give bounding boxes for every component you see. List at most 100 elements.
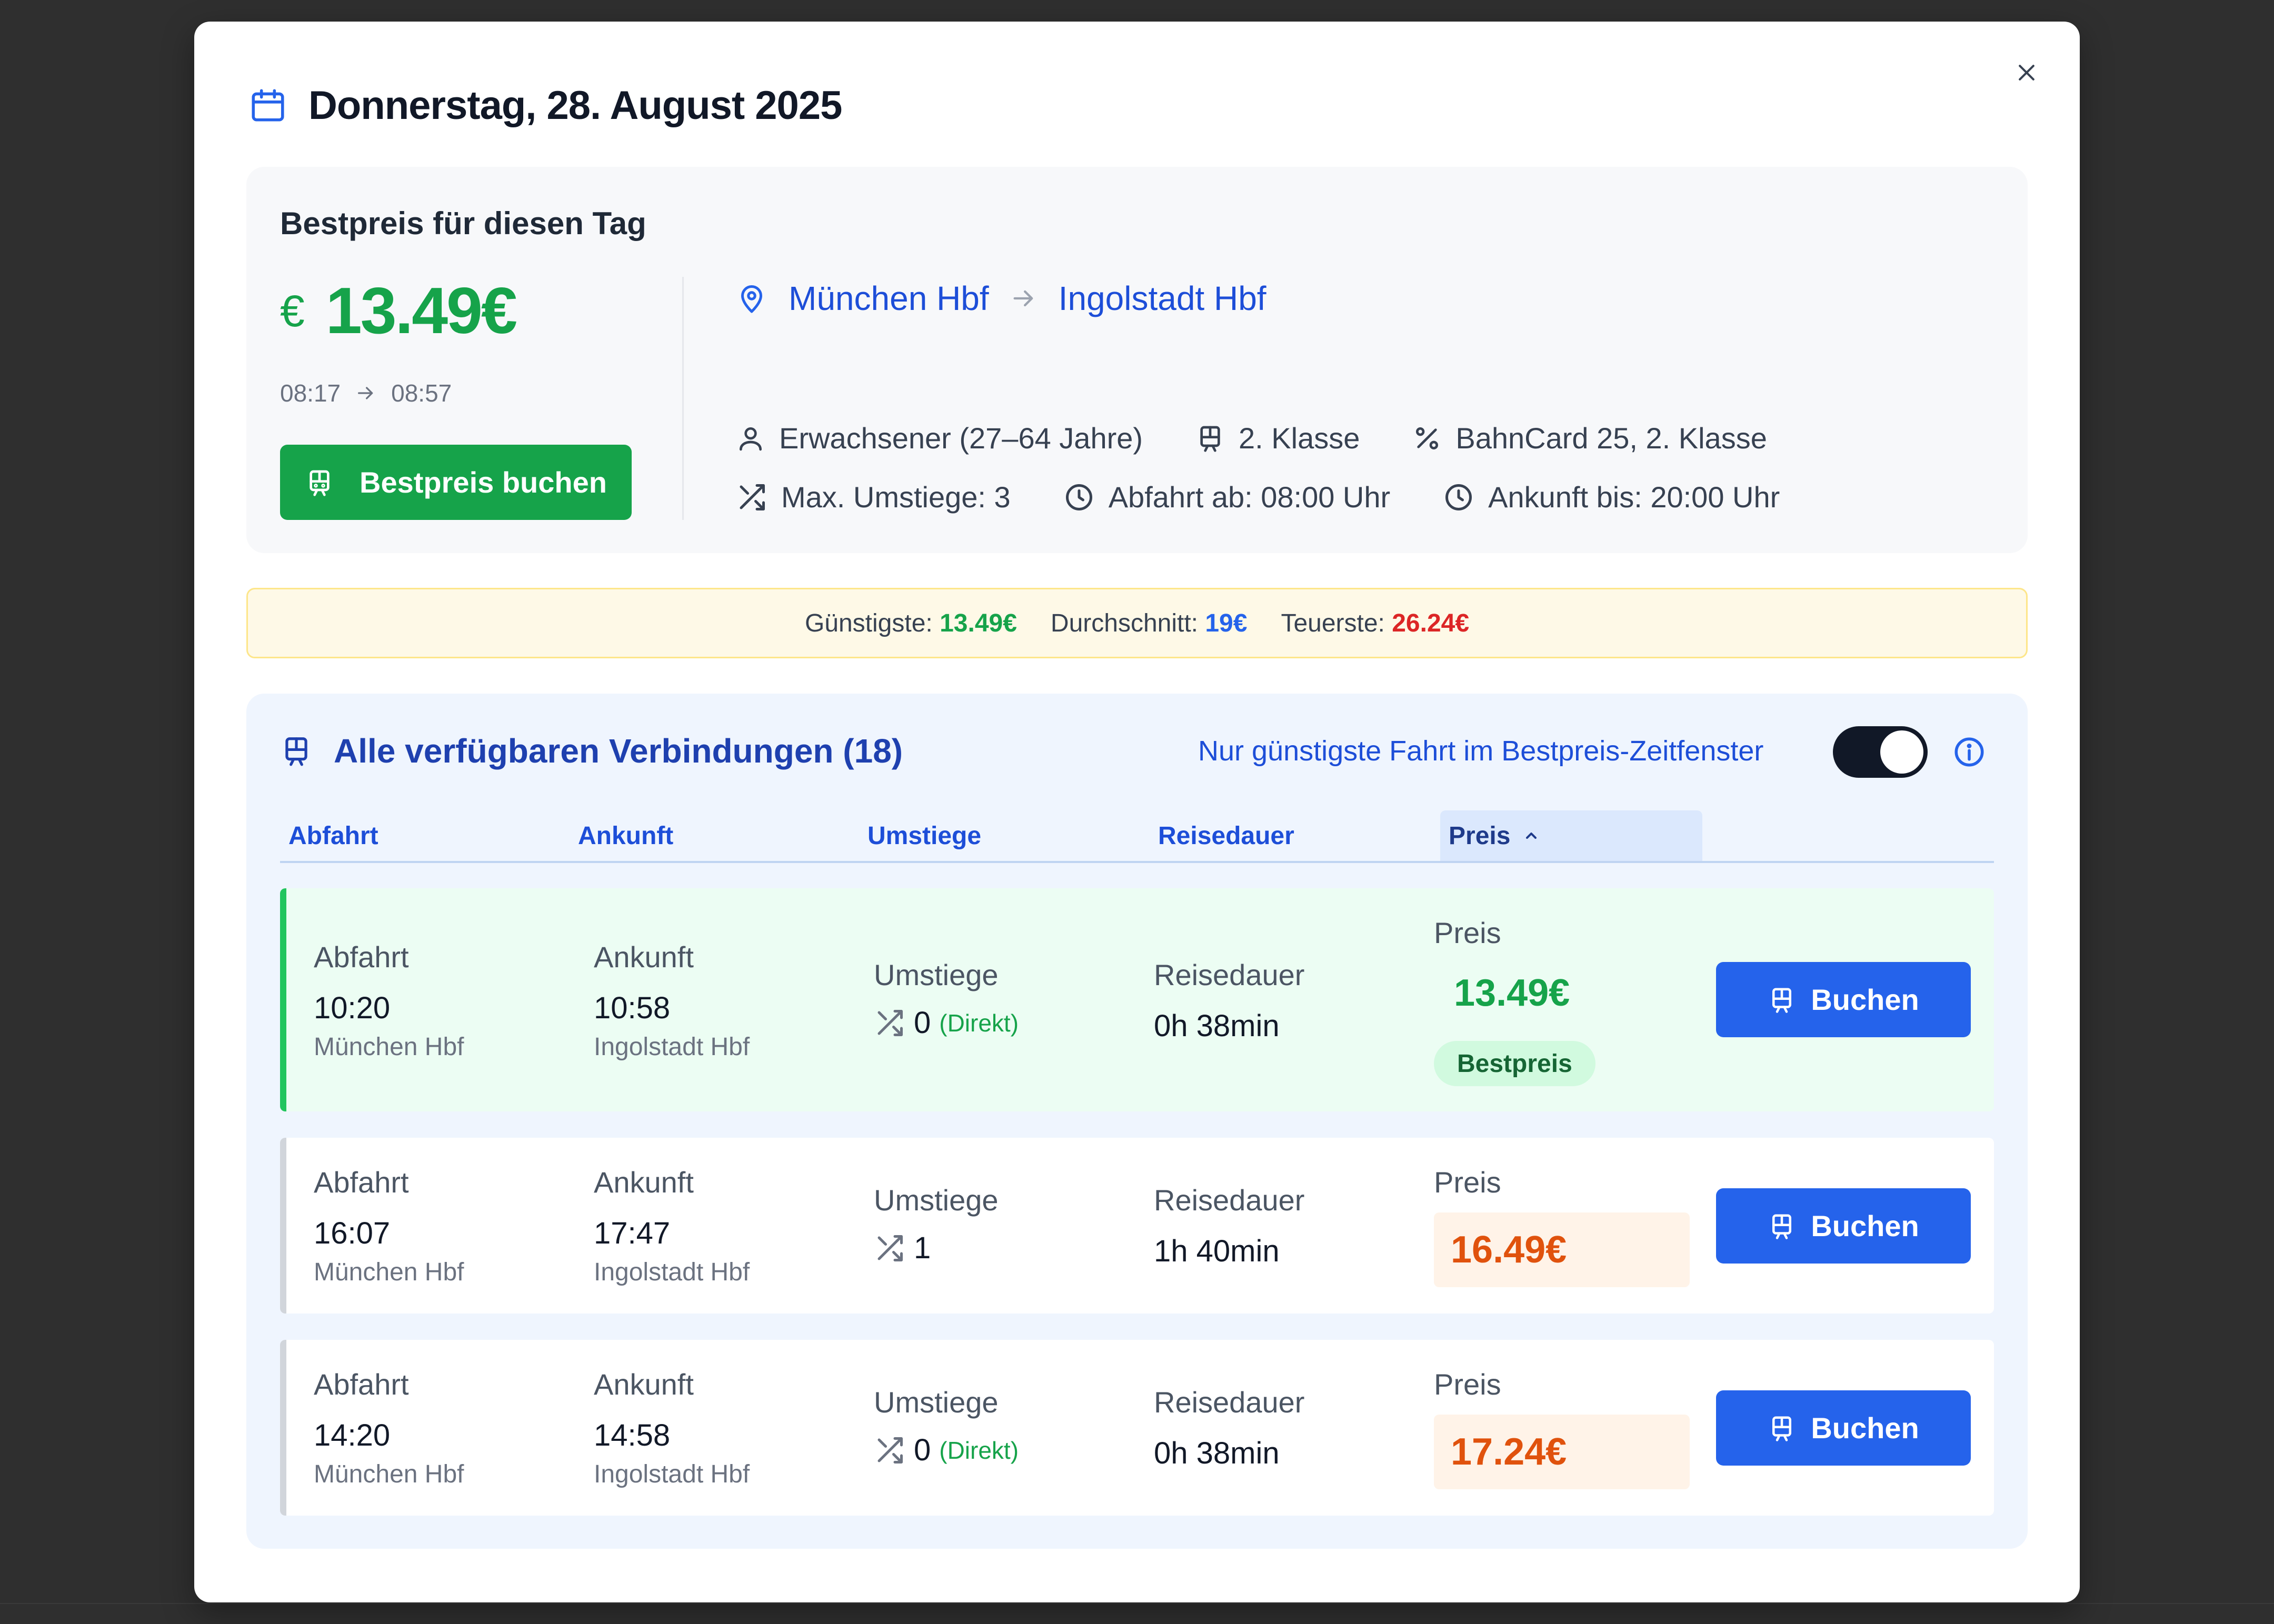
connections-title: Alle verfügbaren Verbindungen (18) [334,732,903,770]
arrival-station: Ingolstadt Hbf [594,1258,750,1286]
close-button[interactable] [2011,57,2042,88]
info-button[interactable] [1952,735,1987,772]
book-best-price-label: Bestpreis buchen [360,466,607,499]
stat-highest-label: Teuerste: [1281,609,1385,637]
toggle-knob [1880,730,1923,774]
train-icon [1772,1214,1792,1239]
book-label: Buchen [1811,1209,1919,1242]
best-price-value: 13.49€ [325,275,517,347]
shuffle-icon [740,484,765,510]
divider [682,277,684,520]
stat-average-value: 19€ [1205,609,1248,637]
price-label: Preis [1434,1368,1501,1401]
transfers-value: 0 (Direkt) [874,1432,1019,1468]
transfers-value: 0 (Direkt) [874,1005,1019,1040]
route: München Hbf Ingolstadt Hbf [736,279,1266,318]
connection-row: Abfahrt 16:07 München Hbf Ankunft 17:47 … [280,1138,1994,1314]
departure-station: München Hbf [314,1258,464,1286]
departure-from-info: Abfahrt ab: 08:00 Uhr [1063,480,1390,514]
sort-by-price[interactable]: Preis [1440,810,1702,861]
sort-by-arrival[interactable]: Ankunft [578,810,673,861]
duration-value: 1h 40min [1154,1234,1280,1268]
class-info: 2. Klasse [1195,421,1360,455]
arrival-station: Ingolstadt Hbf [594,1460,750,1488]
direct-note: (Direkt) [939,1436,1019,1464]
book-label: Buchen [1811,983,1919,1016]
arrival-time: 10:58 [594,991,671,1025]
stat-lowest-value: 13.49€ [940,609,1017,637]
route-origin: München Hbf [789,279,989,317]
book-label: Buchen [1811,1411,1919,1445]
book-button[interactable]: Buchen [1716,1390,1971,1466]
stat-lowest: Günstigste: 13.49€ [805,609,1017,638]
best-price-times: 08:17 08:57 [280,379,452,407]
price-value: 17.24€ [1434,1415,1690,1489]
connection-row: Abfahrt 14:20 München Hbf Ankunft 14:58 … [280,1340,1994,1516]
user-icon [740,427,762,450]
arrival-label: Ankunft [594,940,694,974]
arrival-station: Ingolstadt Hbf [594,1033,750,1061]
duration-value: 0h 38min [1154,1009,1280,1043]
sort-by-duration[interactable]: Reisedauer [1158,810,1294,861]
info-icon [1954,737,1984,767]
arrival-label: Ankunft [594,1368,694,1401]
transfers-label: Umstiege [874,1184,999,1217]
stat-lowest-label: Günstigste: [804,609,933,637]
search-meta-row-1: Erwachsener (27–64 Jahre) 2. Klasse Bahn… [736,421,1820,455]
best-departure-time: 08:17 [280,379,341,407]
shuffle-icon [877,1235,903,1261]
stat-highest: Teuerste: 26.24€ [1281,609,1469,638]
stat-highest-value: 26.24€ [1392,609,1470,637]
search-meta-row-2: Max. Umstiege: 3 Abfahrt ab: 08:00 Uhr A… [736,480,1832,514]
close-icon [2019,65,2034,81]
departure-time: 10:20 [314,991,391,1025]
departure-time: 16:07 [314,1216,391,1250]
max-transfers-info: Max. Umstiege: 3 [736,480,1011,514]
discount-text: BahnCard 25, 2. Klasse [1455,422,1767,455]
modal-header: Donnerstag, 28. August 2025 [248,79,842,132]
best-price-heading: Bestpreis für diesen Tag [280,206,646,241]
departure-label: Abfahrt [314,1166,409,1199]
departure-label: Abfahrt [314,940,409,974]
cheapest-only-toggle[interactable] [1833,726,1928,778]
discount-info: BahnCard 25, 2. Klasse [1412,421,1767,455]
price-value: 13.49€ [1454,972,1570,1014]
calendar-icon [252,89,284,122]
class-text: 2. Klasse [1239,422,1360,455]
page-title: Donnerstag, 28. August 2025 [308,83,842,128]
transfers-count: 1 [914,1231,931,1265]
arrival-until-text: Ankunft bis: 20:00 Uhr [1488,480,1780,514]
duration-value: 0h 38min [1154,1436,1280,1470]
best-price-display: € 13.49€ [280,274,517,348]
euro-icon: € [280,286,305,336]
transfers-count: 0 [914,1433,931,1467]
book-button[interactable]: Buchen [1716,962,1971,1037]
sort-by-transfers[interactable]: Umstiege [867,810,981,861]
train-icon [1772,988,1792,1013]
cheapest-only-label: Nur günstigste Fahrt im Bestpreis-Zeitfe… [1198,735,1764,767]
transfers-label: Umstiege [874,958,999,991]
book-button[interactable]: Buchen [1716,1188,1971,1264]
train-icon [1200,426,1220,452]
arrival-label: Ankunft [594,1166,694,1199]
route-destination: Ingolstadt Hbf [1058,279,1266,317]
price-value: 16.49€ [1434,1212,1690,1287]
departure-station: München Hbf [314,1460,464,1488]
passenger-info: Erwachsener (27–64 Jahre) [736,421,1143,455]
direct-note: (Direkt) [939,1009,1019,1037]
passenger-text: Erwachsener (27–64 Jahre) [779,422,1143,455]
sort-by-departure[interactable]: Abfahrt [288,810,378,861]
background-page [0,1603,2274,1624]
shuffle-icon [877,1437,903,1463]
duration-label: Reisedauer [1154,958,1305,991]
book-best-price-button[interactable]: Bestpreis buchen [280,445,632,520]
table-header: Abfahrt Ankunft Umstiege Reisedauer Prei… [280,810,1994,863]
best-arrival-time: 08:57 [391,379,452,407]
connection-row: Abfahrt 10:20 München Hbf Ankunft 10:58 … [280,888,1994,1111]
stat-average-label: Durchschnitt: [1050,609,1199,637]
price-stats-bar: Günstigste: 13.49€ Durchschnitt: 19€ Teu… [246,588,2028,658]
arrival-until-info: Ankunft bis: 20:00 Uhr [1443,480,1780,514]
best-price-badge: Bestpreis [1434,1041,1595,1086]
price-column-label: Preis [1449,821,1511,850]
connections-heading: Alle verfügbaren Verbindungen (18) [280,731,903,770]
